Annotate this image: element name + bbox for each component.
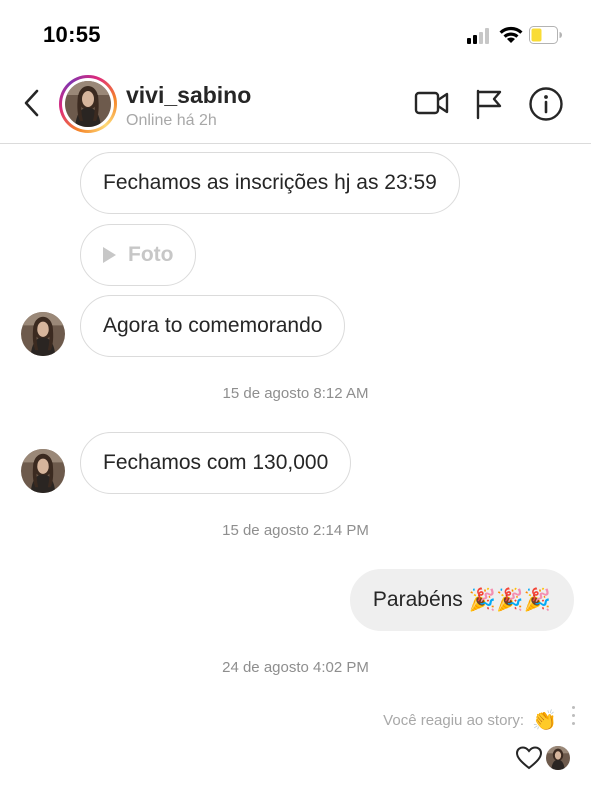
message-bubble-outgoing[interactable]: Parabéns 🎉🎉🎉: [349, 569, 574, 631]
message-bubble-incoming[interactable]: Agora to comemorando: [80, 295, 346, 357]
flag-icon[interactable]: [474, 88, 504, 120]
profile-photo: [65, 81, 111, 127]
message-text: Fechamos as inscrições hj as 23:59: [103, 171, 437, 194]
message-text: Foto: [128, 243, 174, 266]
back-arrow-icon[interactable]: [18, 86, 48, 120]
story-reaction: Você reagiu ao story: 👏: [383, 708, 557, 733]
status-bar: 10:55: [0, 0, 591, 70]
message-timestamp: 24 de agosto 4:02 PM: [222, 659, 369, 676]
story-reaction-text: Você reagiu ao story:: [383, 712, 525, 729]
chat-username[interactable]: vivi_sabino: [126, 82, 251, 109]
chat-header: vivi_sabino Online há 2h: [0, 70, 591, 144]
clapping-hands-emoji: 👏: [532, 710, 557, 732]
message-bubble-incoming[interactable]: Fechamos as inscrições hj as 23:59: [80, 152, 460, 214]
message-text: Agora to comemorando: [103, 314, 323, 337]
cellular-signal-icon: [467, 28, 493, 44]
message-bubble-incoming[interactable]: Fechamos com 130,000: [80, 432, 352, 494]
sender-avatar[interactable]: [21, 312, 65, 356]
photo-message-bubble[interactable]: Foto: [80, 224, 197, 286]
heart-icon[interactable]: [516, 746, 542, 770]
battery-icon: [529, 26, 562, 44]
message-timestamp: 15 de agosto 2:14 PM: [222, 522, 369, 539]
online-status: Online há 2h: [126, 112, 217, 129]
wifi-icon: [499, 26, 523, 43]
message-text: Parabéns: [372, 588, 463, 611]
video-call-icon[interactable]: [414, 88, 450, 118]
party-popper-emoji: 🎉🎉🎉: [468, 587, 551, 612]
message-text: Fechamos com 130,000: [103, 451, 329, 474]
profile-avatar[interactable]: [59, 75, 117, 133]
sender-avatar[interactable]: [21, 449, 65, 493]
more-options-icon[interactable]: [570, 706, 576, 732]
liker-avatar[interactable]: [546, 746, 570, 770]
info-icon[interactable]: [528, 86, 564, 122]
play-icon: [103, 247, 116, 263]
status-time: 10:55: [43, 22, 101, 47]
message-timestamp: 15 de agosto 8:12 AM: [222, 385, 369, 402]
